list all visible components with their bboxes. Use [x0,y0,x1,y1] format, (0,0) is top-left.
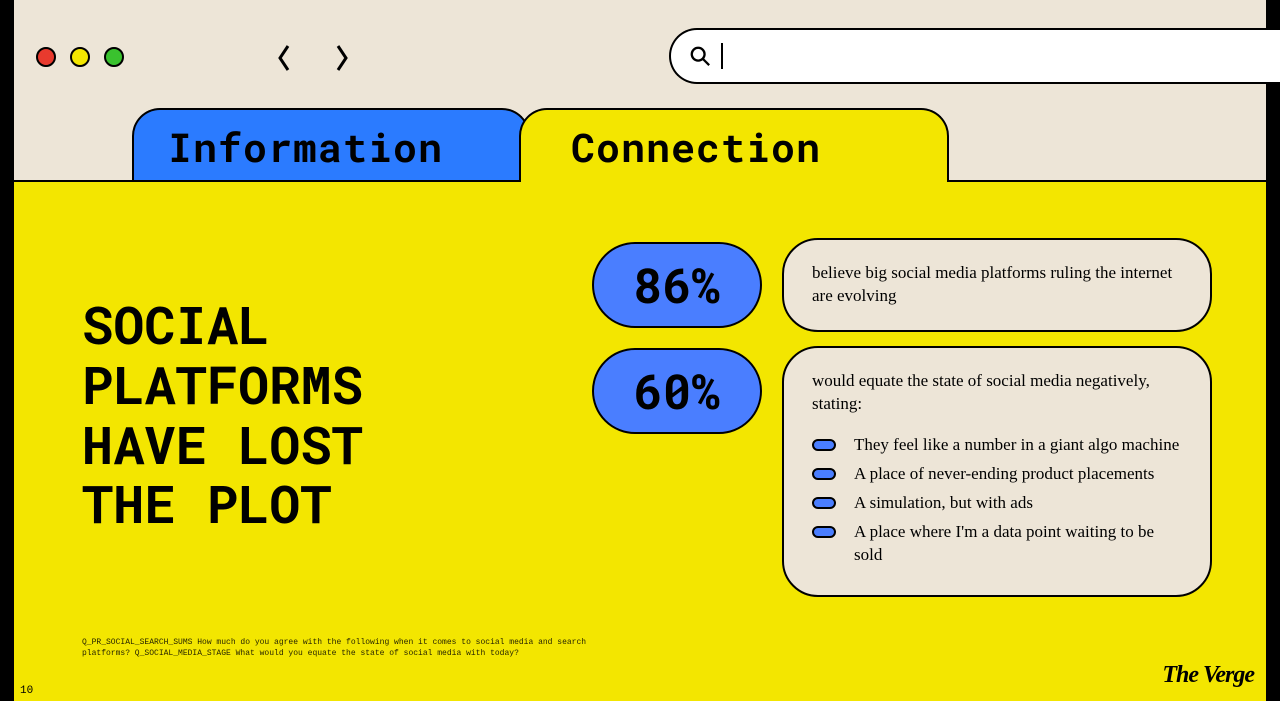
list-item: They feel like a number in a giant algo … [812,434,1182,457]
zoom-dot-icon [104,47,124,67]
bullet-list: They feel like a number in a giant algo … [812,434,1182,567]
tab-active-mask [522,178,946,184]
stat-value: 86% [634,254,720,317]
stat-text: would equate the state of social media n… [812,371,1150,413]
minimize-dot-icon [70,47,90,67]
verge-logo: The Verge [1162,662,1254,689]
bullet-icon [812,497,836,509]
stat-box-2: would equate the state of social media n… [782,346,1212,597]
list-item: A place of never-ending product placemen… [812,463,1182,486]
nav-arrows [272,38,354,78]
slide-content: SOCIAL PLATFORMS HAVE LOST THE PLOT 86% … [14,180,1266,701]
bullet-icon [812,468,836,480]
search-icon [689,45,711,67]
stat-pill-2: 60% [592,348,762,434]
bullet-text: They feel like a number in a giant algo … [854,434,1179,457]
bullet-text: A simulation, but with ads [854,492,1033,515]
list-item: A simulation, but with ads [812,492,1182,515]
tab-label: Connection [571,120,821,173]
close-dot-icon [36,47,56,67]
forward-arrow-icon [330,38,354,78]
search-bar [669,28,1280,84]
tab-information: Information [132,108,530,182]
bullet-text: A place where I'm a data point waiting t… [854,521,1182,567]
bullet-icon [812,439,836,451]
bullet-icon [812,526,836,538]
list-item: A place where I'm a data point waiting t… [812,521,1182,567]
stat-text: believe big social media platforms rulin… [812,263,1172,305]
slide: Information Connection SOCIAL PLATFORMS … [14,0,1266,701]
headline: SOCIAL PLATFORMS HAVE LOST THE PLOT [82,296,363,535]
stat-pill-1: 86% [592,242,762,328]
page-number: 10 [20,685,33,697]
stat-box-1: believe big social media platforms rulin… [782,238,1212,332]
tab-connection: Connection [519,108,949,182]
footnote: Q_PR_SOCIAL_SEARCH_SUMS How much do you … [82,638,602,659]
stat-value: 60% [634,360,720,423]
back-arrow-icon [272,38,296,78]
tab-label: Information [168,120,443,173]
text-cursor-icon [721,43,723,69]
window-dots [36,47,124,67]
bullet-text: A place of never-ending product placemen… [854,463,1154,486]
